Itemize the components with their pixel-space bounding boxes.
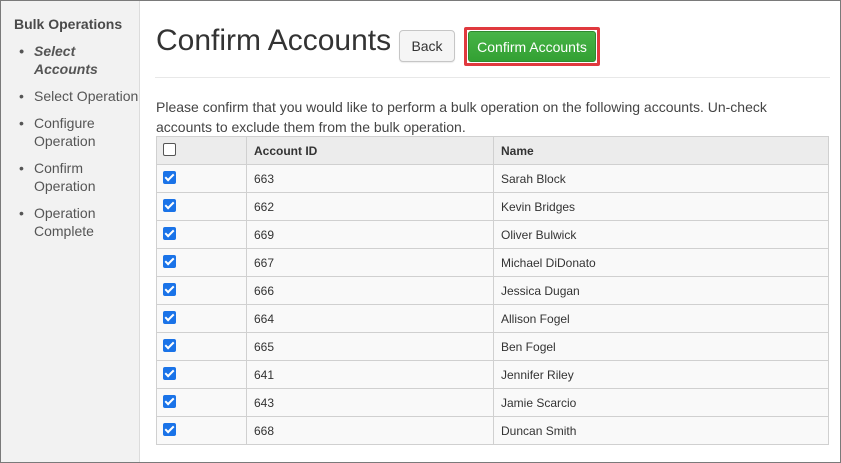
select-all-cell	[156, 136, 247, 165]
row-checkbox-cell	[156, 304, 247, 333]
row-checkbox-cell	[156, 276, 247, 305]
table-row: 641 Jennifer Riley	[156, 360, 829, 389]
column-header-account-id: Account ID	[246, 136, 494, 165]
bullet-icon: •	[19, 205, 24, 221]
page-title: Confirm Accounts	[156, 24, 392, 57]
name-cell: Duncan Smith	[493, 416, 829, 445]
confirm-accounts-button[interactable]: Confirm Accounts	[468, 31, 596, 62]
divider	[155, 77, 830, 78]
step-select-operation: • Select Operation	[19, 87, 139, 105]
row-checkbox-cell	[156, 192, 247, 221]
table-header-row: Account ID Name	[156, 136, 829, 165]
table-row: 666 Jessica Dugan	[156, 276, 829, 305]
bullet-icon: •	[19, 88, 24, 104]
name-cell: Kevin Bridges	[493, 192, 829, 221]
column-header-name: Name	[493, 136, 829, 165]
account-id-cell: 663	[246, 164, 494, 193]
sidebar-title: Bulk Operations	[14, 16, 123, 32]
row-checkbox[interactable]	[163, 170, 176, 184]
table-row: 669 Oliver Bulwick	[156, 220, 829, 249]
table-row: 643 Jamie Scarcio	[156, 388, 829, 417]
bullet-icon: •	[19, 115, 24, 131]
table-row: 667 Michael DiDonato	[156, 248, 829, 277]
row-checkbox[interactable]	[163, 422, 176, 436]
account-id-cell: 641	[246, 360, 494, 389]
back-button[interactable]: Back	[399, 30, 455, 62]
row-checkbox[interactable]	[163, 226, 176, 240]
row-checkbox-cell	[156, 360, 247, 389]
name-cell: Jennifer Riley	[493, 360, 829, 389]
bullet-icon: •	[19, 160, 24, 176]
account-id-cell: 668	[246, 416, 494, 445]
table-row: 662 Kevin Bridges	[156, 192, 829, 221]
name-cell: Oliver Bulwick	[493, 220, 829, 249]
header: Confirm Accounts Back Confirm Accounts	[155, 24, 830, 66]
name-cell: Michael DiDonato	[493, 248, 829, 277]
step-label: Select Operation	[34, 88, 139, 104]
account-id-cell: 643	[246, 388, 494, 417]
name-cell: Ben Fogel	[493, 332, 829, 361]
name-cell: Sarah Block	[493, 164, 829, 193]
step-list: • Select Accounts • Select Operation • Conf…	[19, 42, 139, 240]
account-id-cell: 664	[246, 304, 494, 333]
accounts-table: Account ID Name 663 Sarah Block 662 Kevin B…	[156, 136, 829, 445]
row-checkbox[interactable]	[163, 366, 176, 380]
row-checkbox[interactable]	[163, 338, 176, 352]
step-operation-complete: • Operation Complete	[19, 204, 139, 240]
account-id-cell: 667	[246, 248, 494, 277]
row-checkbox[interactable]	[163, 394, 176, 408]
table-row: 665 Ben Fogel	[156, 332, 829, 361]
name-cell: Jessica Dugan	[493, 276, 829, 305]
table-row: 663 Sarah Block	[156, 164, 829, 193]
name-cell: Allison Fogel	[493, 304, 829, 333]
account-id-cell: 662	[246, 192, 494, 221]
step-label: Confirm Operation	[34, 160, 96, 194]
row-checkbox-cell	[156, 164, 247, 193]
bullet-icon: •	[19, 43, 24, 59]
row-checkbox[interactable]	[163, 254, 176, 268]
step-confirm-operation: • Confirm Operation	[19, 159, 139, 195]
select-all-checkbox[interactable]	[163, 142, 176, 156]
step-configure-operation: • Configure Operation	[19, 114, 139, 150]
sidebar: Bulk Operations • Select Accounts • Select…	[1, 1, 140, 462]
row-checkbox-cell	[156, 220, 247, 249]
row-checkbox[interactable]	[163, 310, 176, 324]
account-id-cell: 666	[246, 276, 494, 305]
step-label: Select Accounts	[34, 43, 98, 77]
step-label: Operation Complete	[34, 205, 96, 239]
table-row: 664 Allison Fogel	[156, 304, 829, 333]
row-checkbox-cell	[156, 388, 247, 417]
row-checkbox[interactable]	[163, 282, 176, 296]
instructions-text: Please confirm that you would like to pe…	[156, 99, 767, 135]
row-checkbox-cell	[156, 332, 247, 361]
row-checkbox-cell	[156, 248, 247, 277]
table-row: 668 Duncan Smith	[156, 416, 829, 445]
name-cell: Jamie Scarcio	[493, 388, 829, 417]
account-id-cell: 665	[246, 332, 494, 361]
row-checkbox[interactable]	[163, 198, 176, 212]
step-label: Configure Operation	[34, 115, 96, 149]
account-id-cell: 669	[246, 220, 494, 249]
row-checkbox-cell	[156, 416, 247, 445]
step-select-accounts: • Select Accounts	[19, 42, 139, 78]
